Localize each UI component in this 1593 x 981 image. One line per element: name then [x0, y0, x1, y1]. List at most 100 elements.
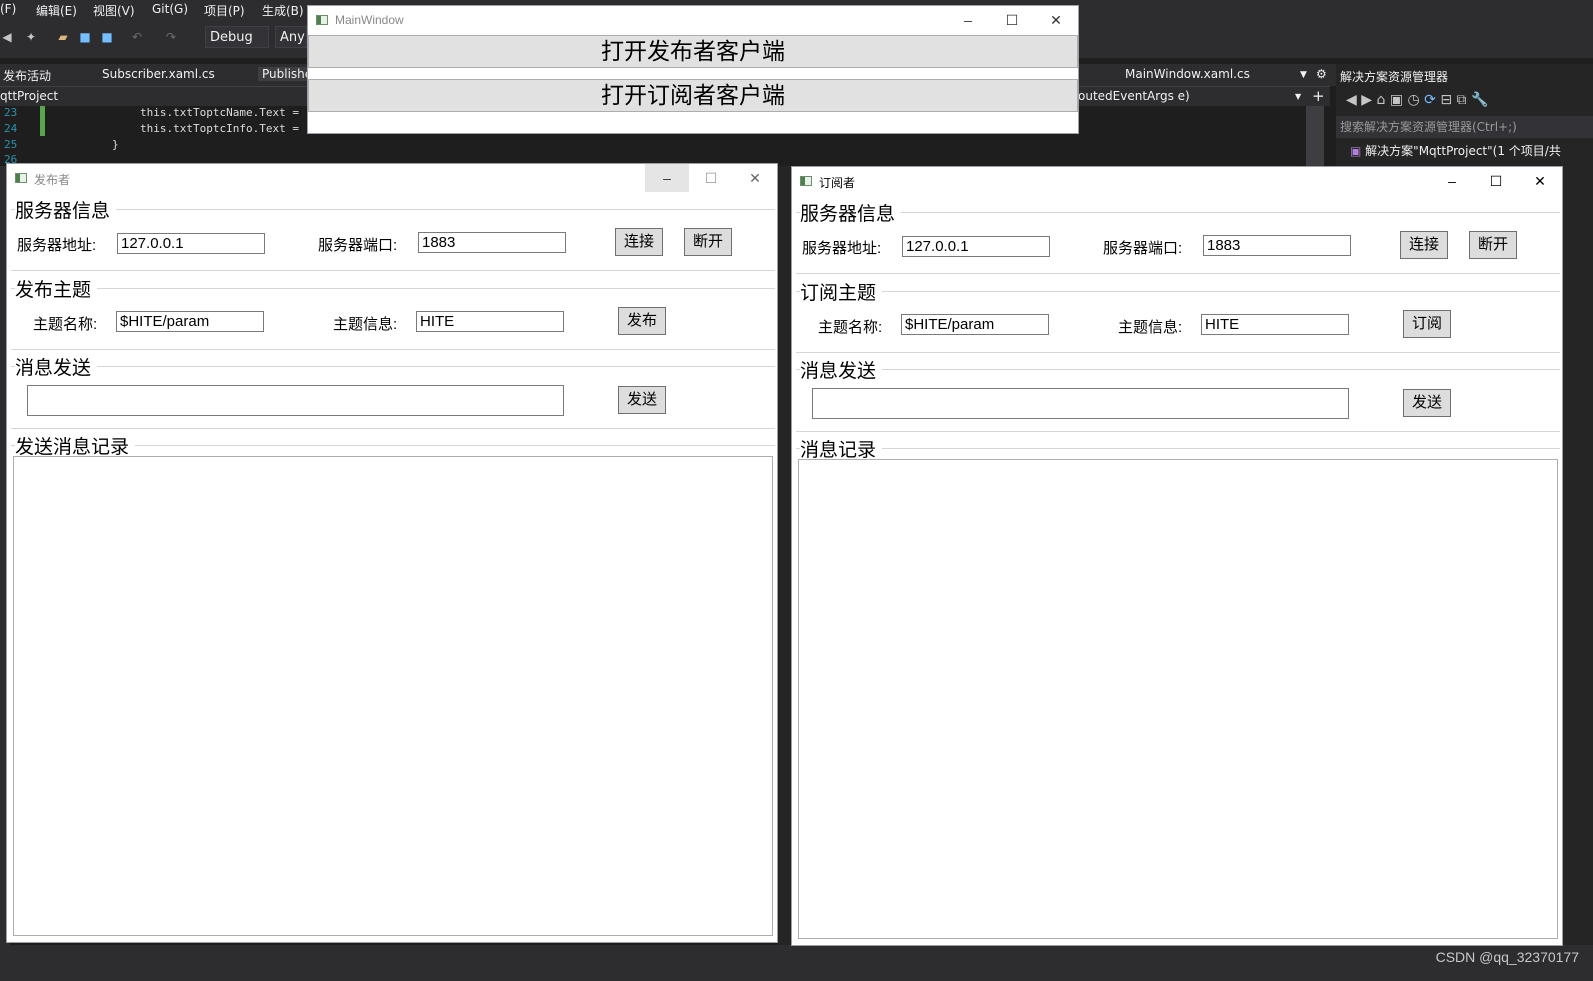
- port-label: 服务器端口:: [1103, 240, 1183, 257]
- editor-scrollbar[interactable]: [1306, 106, 1324, 166]
- tab-publish-activity[interactable]: 发布活动: [3, 67, 51, 84]
- switch-views-icon[interactable]: ▣: [1390, 92, 1403, 108]
- main-window-titlebar[interactable]: MainWindow – ☐ ✕: [308, 6, 1078, 34]
- close-icon[interactable]: ✕: [1034, 6, 1078, 34]
- home-icon[interactable]: ⌂: [1376, 92, 1385, 108]
- groupbox-border: [11, 349, 775, 350]
- code-line: }: [112, 138, 119, 151]
- open-publisher-button[interactable]: 打开发布者客户端: [308, 35, 1078, 68]
- groupbox-border: [796, 369, 1560, 370]
- address-input[interactable]: 127.0.0.1: [117, 233, 265, 254]
- connect-button[interactable]: 连接: [615, 228, 663, 256]
- change-margin: [40, 106, 45, 136]
- publisher-title: 发布者: [34, 173, 71, 187]
- history-icon[interactable]: ◷: [1408, 92, 1420, 108]
- tab-mainwindow-cs[interactable]: MainWindow.xaml.cs: [1125, 67, 1250, 81]
- new-project-icon[interactable]: ✦: [24, 30, 38, 44]
- topic-info-label: 主题信息:: [333, 316, 398, 333]
- member-crumb[interactable]: outedEventArgs e): [1078, 89, 1190, 103]
- groupbox-border: [11, 366, 775, 367]
- publisher-titlebar[interactable]: 发布者 – ☐ ✕: [7, 164, 777, 192]
- back-icon[interactable]: ◀: [1346, 92, 1357, 108]
- properties-icon[interactable]: 🔧: [1471, 92, 1488, 108]
- open-folder-icon[interactable]: ▰: [56, 30, 70, 44]
- disconnect-button[interactable]: 断开: [1469, 231, 1517, 259]
- code-line: this.txtToptcInfo.Text =: [140, 122, 299, 135]
- app-icon: [800, 176, 812, 186]
- menu-project[interactable]: 项目(P): [204, 2, 245, 19]
- groupbox-border: [796, 431, 1560, 432]
- message-log[interactable]: [798, 459, 1558, 939]
- message-log[interactable]: [13, 456, 773, 936]
- member-dropdown-icon[interactable]: ▼: [1295, 92, 1301, 101]
- open-subscriber-button[interactable]: 打开订阅者客户端: [308, 79, 1078, 112]
- split-add-icon[interactable]: +: [1312, 87, 1325, 105]
- send-button[interactable]: 发送: [1403, 389, 1451, 417]
- disconnect-button[interactable]: 断开: [684, 228, 732, 256]
- topic-name-label: 主题名称:: [818, 319, 883, 336]
- config-select[interactable]: Debug: [205, 26, 269, 48]
- menu-git[interactable]: Git(G): [152, 2, 188, 16]
- publish-button[interactable]: 发布: [618, 307, 666, 335]
- menu-build[interactable]: 生成(B): [262, 2, 304, 19]
- groupbox-border: [796, 448, 1560, 449]
- groupbox-border: [796, 352, 1560, 353]
- solution-toolbar: ◀ ▶ ⌂ ▣ ◷ ⟳ ⊟ ⧉ 🔧: [1346, 92, 1488, 108]
- solution-root-label: 解决方案"MqttProject"(1 个项目/共: [1365, 144, 1561, 158]
- main-window-title: MainWindow: [335, 13, 404, 27]
- send-button[interactable]: 发送: [618, 386, 666, 414]
- tab-dropdown-icon[interactable]: ▼: [1300, 70, 1307, 80]
- menu-edit[interactable]: 编辑(E): [36, 2, 77, 19]
- collapse-all-icon[interactable]: ⊟: [1440, 92, 1452, 108]
- server-section-title: 服务器信息: [800, 199, 902, 226]
- groupbox-border: [11, 209, 775, 210]
- subscriber-titlebar[interactable]: 订阅者 – ☐ ✕: [792, 167, 1562, 195]
- settings-gear-icon[interactable]: ⚙: [1316, 67, 1327, 81]
- maximize-icon[interactable]: ☐: [990, 6, 1034, 34]
- topic-name-input[interactable]: $HITE/param: [116, 311, 264, 332]
- project-crumb[interactable]: qttProject: [0, 89, 58, 103]
- minimize-icon[interactable]: –: [1430, 167, 1474, 195]
- undo-icon[interactable]: ↶: [130, 30, 144, 44]
- solution-search-input[interactable]: 搜索解决方案资源管理器(Ctrl+;): [1336, 116, 1593, 138]
- tab-subscriber-cs[interactable]: Subscriber.xaml.cs: [102, 67, 215, 81]
- groupbox-border: [796, 273, 1560, 274]
- topic-section-title: 订阅主题: [800, 278, 883, 305]
- topic-name-input[interactable]: $HITE/param: [901, 314, 1049, 335]
- address-input[interactable]: 127.0.0.1: [902, 236, 1050, 257]
- nav-icon[interactable]: ◀: [0, 30, 14, 44]
- topic-info-input[interactable]: HITE: [1201, 314, 1349, 335]
- close-icon[interactable]: ✕: [1518, 167, 1562, 195]
- groupbox-border: [796, 212, 1560, 213]
- subscribe-button[interactable]: 订阅: [1403, 310, 1451, 338]
- line-number: 23: [4, 106, 18, 119]
- solution-explorer-title: 解决方案资源管理器: [1340, 70, 1449, 84]
- refresh-icon[interactable]: ⟳: [1424, 92, 1436, 108]
- forward-icon[interactable]: ▶: [1361, 92, 1372, 108]
- maximize-icon[interactable]: ☐: [689, 164, 733, 192]
- show-all-files-icon[interactable]: ⧉: [1457, 92, 1467, 108]
- groupbox-border: [11, 270, 775, 271]
- save-all-icon[interactable]: ■: [100, 30, 114, 44]
- topic-section-title: 发布主题: [15, 275, 98, 302]
- connect-button[interactable]: 连接: [1400, 231, 1448, 259]
- menu-view[interactable]: 视图(V): [93, 2, 135, 19]
- solution-root-item[interactable]: ▣ 解决方案"MqttProject"(1 个项目/共: [1350, 142, 1561, 159]
- port-input[interactable]: 1883: [1203, 235, 1351, 256]
- redo-icon[interactable]: ↷: [164, 30, 178, 44]
- port-label: 服务器端口:: [318, 237, 398, 254]
- menu-file[interactable]: (F): [0, 2, 16, 16]
- close-icon[interactable]: ✕: [733, 164, 777, 192]
- message-input[interactable]: [27, 385, 564, 416]
- message-input[interactable]: [812, 388, 1349, 419]
- minimize-icon[interactable]: –: [946, 6, 990, 34]
- save-icon[interactable]: ■: [78, 30, 92, 44]
- port-input[interactable]: 1883: [418, 232, 566, 253]
- address-label: 服务器地址:: [17, 237, 97, 254]
- topic-info-input[interactable]: HITE: [416, 311, 564, 332]
- maximize-icon[interactable]: ☐: [1474, 167, 1518, 195]
- status-strip: [0, 945, 1593, 981]
- minimize-icon[interactable]: –: [645, 164, 689, 192]
- platform-select[interactable]: Any C: [275, 26, 307, 48]
- send-section-title: 消息发送: [15, 353, 98, 380]
